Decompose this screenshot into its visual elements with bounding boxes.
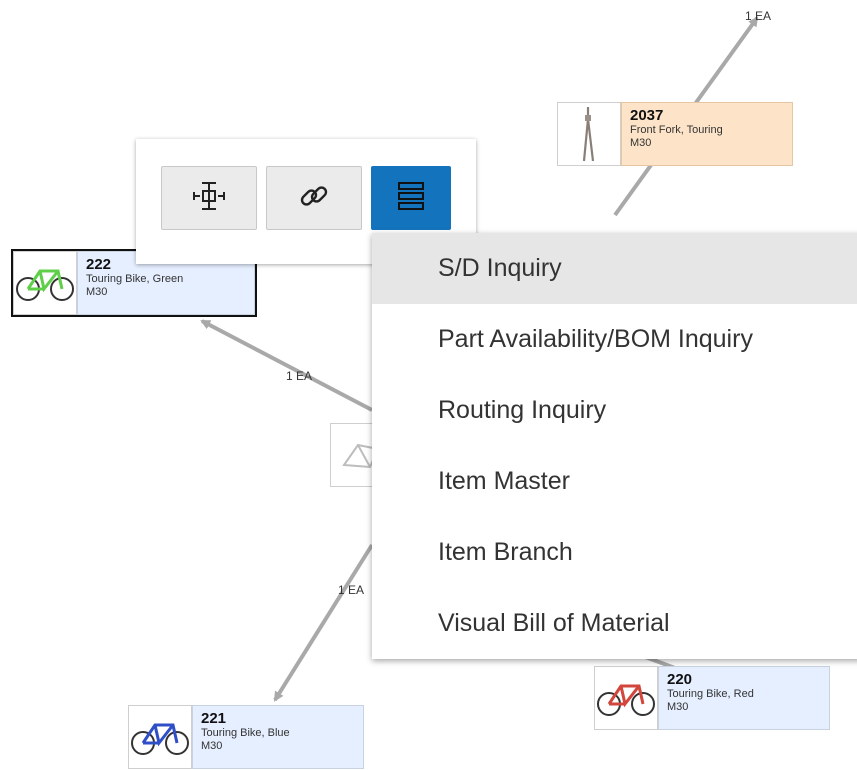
link-line-221 bbox=[273, 543, 374, 702]
menu-button[interactable] bbox=[371, 166, 451, 230]
link-line-222 bbox=[200, 319, 373, 412]
menu-item-routing-inquiry[interactable]: Routing Inquiry bbox=[372, 375, 857, 446]
node-description: Touring Bike, Red bbox=[667, 688, 754, 700]
center-node-icon bbox=[192, 181, 226, 216]
center-node-button[interactable] bbox=[161, 166, 257, 230]
menu-item-visual-bom[interactable]: Visual Bill of Material bbox=[372, 588, 857, 659]
node-220[interactable]: 220 Touring Bike, Red M30 bbox=[594, 666, 830, 730]
node-branch: M30 bbox=[630, 137, 652, 149]
menu-item-item-master[interactable]: Item Master bbox=[372, 446, 857, 517]
qty-label-222: 1 EA bbox=[286, 369, 312, 383]
menu-list-icon bbox=[396, 180, 426, 217]
node-description: Touring Bike, Green bbox=[86, 273, 184, 285]
node-branch: M30 bbox=[201, 740, 223, 752]
fork-image bbox=[557, 102, 621, 166]
green-bike-image bbox=[13, 251, 77, 315]
node-number: 221 bbox=[201, 710, 227, 727]
menu-item-sd-inquiry[interactable]: S/D Inquiry bbox=[372, 233, 857, 304]
node-2037[interactable]: 2037 Front Fork, Touring M30 bbox=[557, 102, 793, 166]
link-icon bbox=[297, 179, 331, 218]
context-menu: S/D Inquiry Part Availability/BOM Inquir… bbox=[372, 233, 857, 659]
node-number: 2037 bbox=[630, 107, 664, 124]
red-bike-image bbox=[594, 666, 658, 730]
menu-item-part-availability[interactable]: Part Availability/BOM Inquiry bbox=[372, 304, 857, 375]
menu-item-item-branch[interactable]: Item Branch bbox=[372, 517, 857, 588]
qty-label-2037: 1 EA bbox=[745, 9, 771, 23]
node-description: Touring Bike, Blue bbox=[201, 727, 290, 739]
link-button[interactable] bbox=[266, 166, 362, 230]
node-branch: M30 bbox=[86, 286, 108, 298]
node-number: 220 bbox=[667, 671, 693, 688]
qty-label-221: 1 EA bbox=[338, 583, 364, 597]
blue-bike-image bbox=[128, 705, 192, 769]
node-221[interactable]: 221 Touring Bike, Blue M30 bbox=[128, 705, 364, 769]
node-description: Front Fork, Touring bbox=[630, 124, 723, 136]
node-branch: M30 bbox=[667, 701, 689, 713]
